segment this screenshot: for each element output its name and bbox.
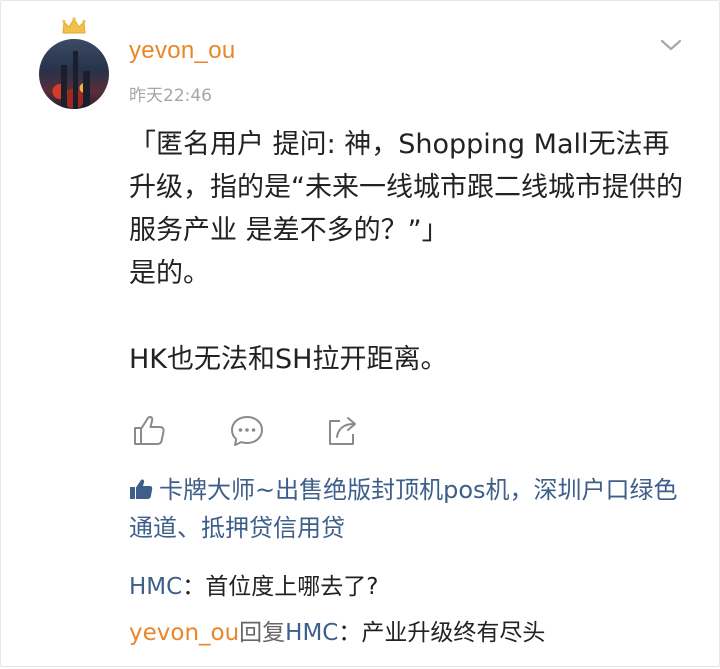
avatar[interactable] xyxy=(39,39,109,109)
comment-author[interactable]: HMC xyxy=(129,574,182,600)
comment-bubble-icon[interactable] xyxy=(229,413,265,449)
reply-target[interactable]: HMC xyxy=(285,620,338,646)
avatar-tower xyxy=(61,65,67,109)
post-content-answer: 是的。 xyxy=(129,258,210,289)
comment-item: yevon_ou回复HMC：产业升级终有尽头 xyxy=(129,613,545,647)
post-content: 「匿名用户 提问: 神，Shopping Mall无法再升级，指的是“未来一线城… xyxy=(129,123,689,381)
comment-item: HMC：首位度上哪去了? xyxy=(129,567,378,601)
comment-separator: ： xyxy=(182,574,206,600)
avatar-tower xyxy=(83,71,90,109)
content-gap xyxy=(129,295,689,338)
reply-word: 回复 xyxy=(239,620,286,646)
likes-list: 卡牌大师~出售绝版封顶机pos机，深圳户口绿色通道、抵押贷信用贷 xyxy=(129,471,689,547)
post-card: yevon_ou 昨天22:46 「匿名用户 提问: 神，Shopping Ma… xyxy=(0,0,720,667)
share-icon[interactable] xyxy=(325,413,361,449)
post-content-comment: HK也无法和SH拉开距离。 xyxy=(129,344,448,375)
likes-text[interactable]: 卡牌大师~出售绝版封顶机pos机，深圳户口绿色通道、抵押贷信用贷 xyxy=(129,476,678,542)
comment-author[interactable]: yevon_ou xyxy=(129,620,239,646)
crown-icon xyxy=(62,17,86,34)
post-username[interactable]: yevon_ou xyxy=(129,37,236,65)
avatar-tower xyxy=(73,51,78,109)
comment-text: 首位度上哪去了? xyxy=(205,574,379,600)
post-timestamp: 昨天22:46 xyxy=(129,86,212,106)
comment-separator: ： xyxy=(338,620,362,646)
thumbs-up-icon[interactable] xyxy=(131,413,167,449)
thumbs-up-filled-icon xyxy=(130,479,153,499)
chevron-down-icon[interactable] xyxy=(659,37,683,53)
comment-text: 产业升级终有尽头 xyxy=(361,620,546,646)
post-content-question: 「匿名用户 提问: 神，Shopping Mall无法再升级，指的是“未来一线城… xyxy=(129,129,683,246)
